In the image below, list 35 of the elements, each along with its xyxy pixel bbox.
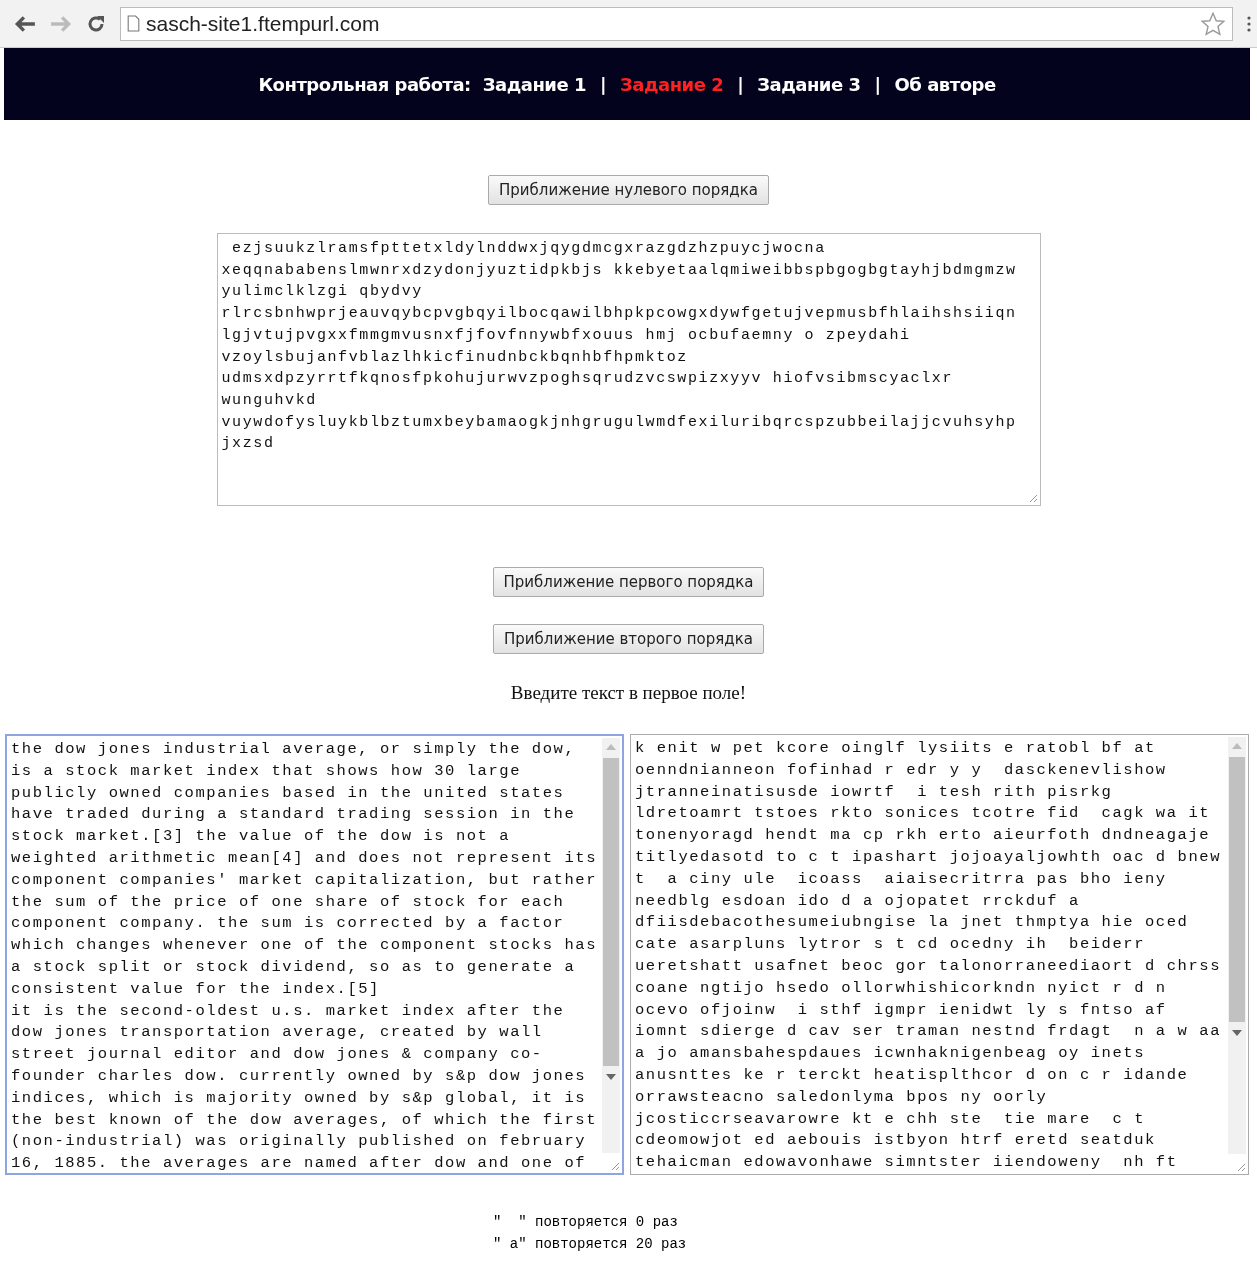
- nav-separator: |: [599, 73, 607, 95]
- zero-order-button[interactable]: Приближение нулевого порядка: [488, 175, 769, 205]
- nav-link[interactable]: Задание 1: [482, 73, 586, 95]
- first-order-button[interactable]: Приближение первого порядка: [492, 567, 765, 597]
- nav-link[interactable]: Об авторе: [894, 73, 996, 95]
- resize-grip-icon[interactable]: [1236, 1162, 1246, 1172]
- prompt-text: Введите текст в первое поле!: [510, 682, 747, 704]
- nav-link[interactable]: Задание 3: [757, 73, 861, 95]
- resize-grip-icon[interactable]: [1027, 493, 1038, 503]
- page-icon: [127, 15, 140, 32]
- nav-link[interactable]: Задание 2: [620, 73, 724, 95]
- second-order-button[interactable]: Приближение второго порядка: [493, 624, 764, 654]
- result-line: " a" повторяется 20 раз: [493, 1235, 688, 1254]
- scroll-down-icon[interactable]: [606, 1074, 616, 1080]
- forward-icon[interactable]: [50, 14, 72, 33]
- result-line: " " повторяется 0 раз: [493, 1213, 679, 1232]
- text-area[interactable]: k enit w pet kcore oinglf lysiits e ratobl bf at oenndnianneon fofinhad r edr y y dasckenevlishow jtranneinatisusde iowrtf i tesh rith pisrkg ldretoamrt tstoes rkto sonices tcotre fid cagk wa it tonenyoragd hendt ma cp rkh erto aieurfoth dndneagaje titlyedasotd to c t ipashart jojoayaljowhth oac d bnew t a ciny ule icoass aiaisecritrra pas bho ieny needblg esdoan ido d a ojopatet rrckduf a dfiisdebacothesumeiubngise la jnet thmptya hie oced cate asarpluns lytror s t cd ocedny ih beiderr ueretshatt usafnet beoc gor talonorraneediaort d chrss coane ngtijo hsedo ollorwhishicorkndn nyict r d n ocevo ofjoinw i sthf igmpr ienidwt ly s fntso af iomnt sdierge d cav ser traman nestnd frdagt n a w aa a jo amansbahespdaues icwnhaknigenbeag oy inets anusnttes ke r terckt heatisplthcor d on c r idande orrawsteacno saledonlyma bpos ny oorly jcosticcrseavarowre kt e chh ste tie mare c t cdeomowjot ed aebouis istbyon htrf eretd seatduk tehaicman edowavonhawe simntster iiendoweny nh ft: [630, 734, 1249, 1175]
- nav-separator: |: [874, 73, 881, 95]
- scrollbar[interactable]: [602, 738, 620, 1153]
- scroll-thumb[interactable]: [1229, 757, 1245, 1022]
- star-icon[interactable]: [1200, 10, 1226, 37]
- text-area[interactable]: the dow jones industrial average, or simply the dow, is a stock market index that shows how 30 large publicly owned companies based in the united states have traded during a standard trading session in the stock market.[3] the value of the dow is not a weighted arithmetic mean[4] and does not represent its component companies' market capitalization, but rather the sum of the price of one share of stock for each component company. the sum is corrected by a factor which changes whenever one of the component stocks has a stock split or stock dividend, so as to generate a consistent value for the index.[5] it is the second-oldest u.s. market index after the dow jones transportation average, created by wall street journal editor and dow jones & company co- founder charles dow. currently owned by s&p dow jones indices, which is majority owned by s&p global, it is the best known of the dow averages, of which the first (non-industrial) was originally published on february 16, 1885. the averages are named after dow and one of: [5, 734, 624, 1175]
- back-icon[interactable]: [14, 14, 36, 33]
- scroll-up-icon[interactable]: [1232, 743, 1242, 749]
- scrollbar[interactable]: [1228, 737, 1246, 1154]
- text-area[interactable]: ezjsuukzlramsfpttetxldylnddwxjqygdmcgxrazgdzhzpuycjwocna xeqqnababenslmwnrxdzydonjyuztidpkbjs kkebyetaalqmiweibbspbgogbgtayhjbdmgmzw yulimclklzgi qbydvy rlrcsbnhwprjeauvqybcpvgbqyilbocqawilbhpkpcowgxdywfgetujvepmusbfhlaihshsiiqn lgjvtujpvgxxfmmgmvusnxfjfovfnnywbfxouus hmj ocbufaemny o zpeydahi vzoylsbujanfvblazlhkicfinudnbckbqnhbfhpmktoz udmsxdpzyrrtfkqnosfpkohujurwvzpoghsqrudzvcswpizxyyv hiofvsibmscyaclxr wunguhvkd vuywdofysluykblbztumxbeybamaogkjnhgrugulwmdfexiluribqrcspzubbeilajjcvuhsyhp jxzsd: [216, 233, 1041, 506]
- scroll-down-icon[interactable]: [1232, 1030, 1242, 1036]
- reload-icon[interactable]: [86, 13, 106, 34]
- scroll-thumb[interactable]: [603, 758, 619, 1066]
- address-bar[interactable]: sasch-site1.ftempurl.com: [120, 6, 1233, 41]
- site-title: Контрольная работа:: [258, 73, 471, 95]
- nav-separator: |: [737, 73, 744, 95]
- scroll-up-icon[interactable]: [606, 744, 616, 750]
- menu-icon[interactable]: [1247, 14, 1251, 33]
- resize-grip-icon[interactable]: [610, 1161, 620, 1171]
